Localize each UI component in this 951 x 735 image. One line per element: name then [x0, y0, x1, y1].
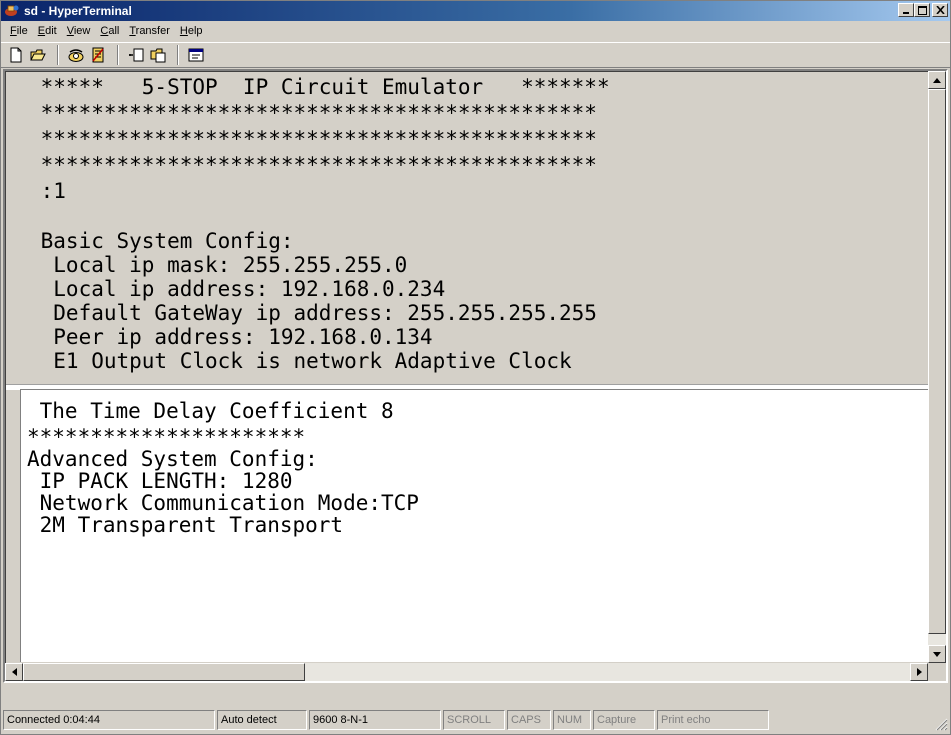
- terminal-live-area[interactable]: The Time Delay Coefficient 8 ***********…: [20, 389, 928, 662]
- terminal-line: Local ip address: 192.168.0.234: [28, 277, 446, 301]
- menu-file[interactable]: File: [5, 25, 33, 37]
- receive-button[interactable]: [147, 45, 169, 65]
- terminal-line: 2M Transparent Transport: [27, 513, 344, 537]
- send-icon: [129, 48, 144, 62]
- hyperterminal-icon: [4, 3, 20, 19]
- terminal-line: Network Communication Mode:TCP: [27, 491, 419, 515]
- menu-view-label: iew: [73, 25, 91, 37]
- terminal-line: The Time Delay Coefficient 8: [27, 399, 394, 423]
- terminal-line: Default GateWay ip address: 255.255.255.…: [28, 301, 597, 325]
- terminal-line: Advanced System Config:: [27, 447, 318, 471]
- minimize-button[interactable]: [898, 3, 914, 17]
- scroll-right-button[interactable]: [910, 663, 928, 681]
- terminal-line: ***** 5-STOP IP Circuit Emulator *******: [28, 75, 610, 99]
- menu-view[interactable]: View: [62, 25, 96, 37]
- scroll-up-button[interactable]: [928, 71, 946, 89]
- send-button[interactable]: [125, 45, 147, 65]
- scrollbar-corner: [928, 663, 946, 681]
- terminal-line: **********************: [27, 425, 306, 449]
- horizontal-scrollbar[interactable]: [5, 663, 928, 681]
- toolbar-separator: [57, 45, 59, 65]
- title-bar[interactable]: sd - HyperTerminal: [1, 1, 950, 21]
- menu-call[interactable]: Call: [95, 25, 124, 37]
- horizontal-scroll-thumb[interactable]: [23, 663, 305, 681]
- properties-button[interactable]: [185, 45, 207, 65]
- maximize-button[interactable]: [914, 3, 930, 17]
- arrow-right-icon: [916, 668, 922, 676]
- arrow-left-icon: [11, 668, 17, 676]
- window-title: sd - HyperTerminal: [24, 4, 132, 18]
- menu-transfer[interactable]: Transfer: [124, 25, 175, 37]
- menu-help[interactable]: Help: [175, 25, 208, 37]
- status-print-echo: Print echo: [657, 710, 769, 730]
- call-button[interactable]: [65, 45, 87, 65]
- menu-help-accel: H: [179, 25, 188, 37]
- toolbar-separator: [117, 45, 119, 65]
- status-capture: Capture: [593, 710, 655, 730]
- resize-grip-icon[interactable]: [934, 717, 948, 731]
- terminal-frame: ***** 5-STOP IP Circuit Emulator *******…: [3, 69, 948, 683]
- menu-call-label: all: [108, 25, 120, 37]
- call-icon: [68, 49, 84, 62]
- menu-edit-accel: E: [37, 25, 46, 37]
- menu-bar: File Edit View Call Transfer Help: [1, 21, 950, 41]
- status-detect: Auto detect: [217, 710, 307, 730]
- arrow-up-icon: [933, 77, 941, 83]
- arrow-down-icon: [933, 651, 941, 657]
- terminal-line: Peer ip address: 192.168.0.134: [28, 325, 433, 349]
- status-num: NUM: [553, 710, 591, 730]
- menu-help-label: elp: [187, 25, 203, 37]
- terminal-line: Local ip mask: 255.255.255.0: [28, 253, 408, 277]
- vertical-scrollbar[interactable]: [928, 71, 946, 663]
- terminal-scrollback-area: ***** 5-STOP IP Circuit Emulator *******…: [6, 72, 928, 382]
- menu-edit-label: dit: [45, 25, 57, 37]
- status-scroll: SCROLL: [443, 710, 505, 730]
- terminal-line: ****************************************…: [28, 153, 597, 177]
- new-icon: [10, 47, 22, 63]
- disconnect-button[interactable]: [87, 45, 109, 65]
- toolbar: [1, 42, 950, 68]
- terminal-line: E1 Output Clock is network Adaptive Cloc…: [28, 349, 572, 373]
- menu-transfer-label: ransfer: [135, 25, 170, 37]
- properties-icon: [188, 48, 204, 62]
- toolbar-separator: [177, 45, 179, 65]
- vertical-scroll-thumb[interactable]: [928, 89, 946, 634]
- terminal-line: Basic System Config:: [28, 229, 294, 253]
- status-caps: CAPS: [507, 710, 551, 730]
- status-port-settings: 9600 8-N-1: [309, 710, 441, 730]
- open-button[interactable]: [27, 45, 49, 65]
- status-connected: Connected 0:04:44: [3, 710, 215, 730]
- close-button[interactable]: [932, 3, 948, 17]
- scroll-left-button[interactable]: [5, 663, 23, 681]
- disconnect-icon: [92, 47, 104, 63]
- terminal-line: ****************************************…: [28, 127, 597, 151]
- open-icon: [30, 49, 46, 61]
- menu-edit[interactable]: Edit: [33, 25, 62, 37]
- new-connection-button[interactable]: [5, 45, 27, 65]
- hyperterminal-window: sd - HyperTerminal File Edit View Call T…: [0, 0, 951, 735]
- receive-icon: [150, 48, 166, 63]
- terminal-line: ****************************************…: [28, 101, 597, 125]
- status-bar: Connected 0:04:44 Auto detect 9600 8-N-1…: [1, 707, 950, 733]
- terminal-line: :1: [28, 179, 66, 203]
- menu-file-accel: F: [10, 25, 17, 37]
- menu-file-label: ile: [16, 25, 28, 37]
- terminal-screen[interactable]: ***** 5-STOP IP Circuit Emulator *******…: [5, 71, 928, 663]
- scroll-down-button[interactable]: [928, 645, 946, 663]
- terminal-line: IP PACK LENGTH: 1280: [27, 469, 293, 493]
- menu-view-accel: V: [66, 25, 74, 37]
